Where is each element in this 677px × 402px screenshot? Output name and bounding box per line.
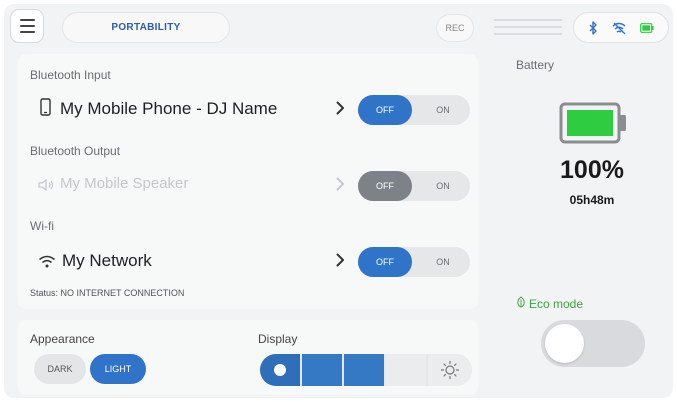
- bluetooth-output-toggle[interactable]: OFF ON: [358, 171, 470, 201]
- connections-card: Bluetooth Input My Mobile Phone - DJ Nam…: [18, 54, 478, 309]
- dark-mode-button[interactable]: DARK: [34, 354, 86, 384]
- brightness-level-4[interactable]: [386, 354, 426, 386]
- menu-icon: [19, 19, 35, 21]
- mode-label: PORTABILITY: [111, 22, 181, 33]
- chevron-right-icon[interactable]: [336, 101, 345, 120]
- wifi-icon: [38, 255, 56, 273]
- battery-percent: 100%: [560, 156, 624, 184]
- slider-handle[interactable]: [274, 364, 286, 376]
- level-meter: [494, 17, 562, 39]
- bluetooth-output-on-button[interactable]: ON: [416, 171, 470, 201]
- rec-label: REC: [445, 23, 465, 33]
- battery-title: Battery: [516, 58, 555, 72]
- brightness-level-1[interactable]: [260, 354, 300, 386]
- rec-button[interactable]: REC: [436, 14, 474, 42]
- wifi-label: Wi-fi: [30, 219, 54, 233]
- bluetooth-output-device[interactable]: My Mobile Speaker: [60, 175, 188, 192]
- bluetooth-output-label: Bluetooth Output: [30, 144, 121, 158]
- battery-icon: [559, 102, 629, 149]
- wifi-on-button[interactable]: ON: [416, 247, 470, 277]
- bluetooth-input-off-button[interactable]: OFF: [358, 95, 412, 125]
- bluetooth-input-label: Bluetooth Input: [30, 68, 111, 82]
- brightness-level-3[interactable]: [344, 354, 384, 386]
- wifi-network[interactable]: My Network: [62, 251, 152, 271]
- menu-button[interactable]: [10, 9, 44, 43]
- bluetooth-input-device[interactable]: My Mobile Phone - DJ Name: [60, 99, 277, 119]
- wifi-status: Status: NO INTERNET CONNECTION: [30, 288, 185, 298]
- chevron-right-icon[interactable]: [336, 177, 345, 196]
- wifi-toggle[interactable]: OFF ON: [358, 247, 470, 277]
- chevron-right-icon[interactable]: [336, 253, 345, 272]
- mode-tab[interactable]: PORTABILITY: [62, 12, 230, 43]
- leaf-icon: [516, 296, 526, 311]
- display-brightness-slider[interactable]: [260, 354, 472, 386]
- bluetooth-input-toggle[interactable]: OFF ON: [358, 95, 470, 125]
- display-label: Display: [258, 332, 298, 346]
- status-indicators[interactable]: [573, 12, 669, 43]
- sun-icon: [440, 360, 460, 385]
- speaker-icon: [38, 178, 54, 196]
- eco-mode-toggle[interactable]: [541, 320, 645, 367]
- app-window: PORTABILITY REC Bluetooth Input My Mobil…: [4, 4, 673, 398]
- wifi-off-button[interactable]: OFF: [358, 247, 412, 277]
- brightness-level-2[interactable]: [302, 354, 342, 386]
- appearance-card: Appearance DARK LIGHT Display: [18, 320, 478, 395]
- appearance-label: Appearance: [30, 332, 95, 346]
- bluetooth-icon: [588, 20, 598, 35]
- wifi-icon: [611, 21, 627, 35]
- battery-icon: [639, 22, 654, 33]
- eco-mode-label: Eco mode: [516, 296, 583, 311]
- battery-time-left: 05h48m: [569, 193, 615, 207]
- light-mode-button[interactable]: LIGHT: [90, 354, 146, 384]
- phone-icon: [40, 98, 51, 121]
- eco-toggle-knob[interactable]: [545, 324, 584, 363]
- bluetooth-output-off-button[interactable]: OFF: [358, 171, 412, 201]
- bluetooth-input-on-button[interactable]: ON: [416, 95, 470, 125]
